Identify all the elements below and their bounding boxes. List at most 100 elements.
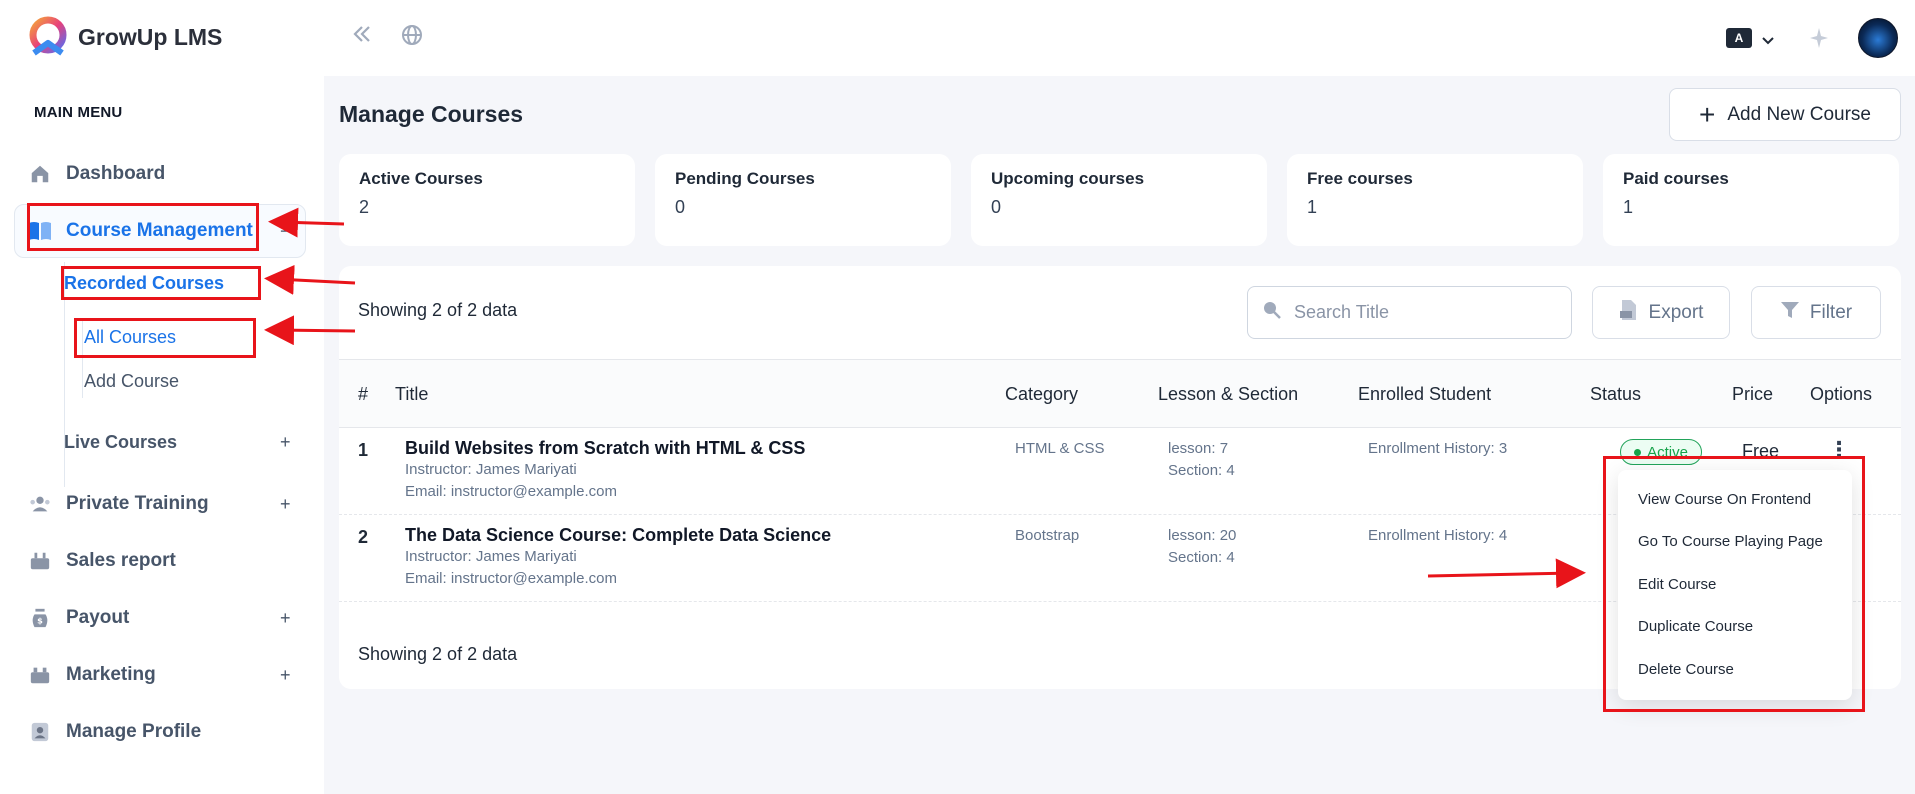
expand-toggle-icon[interactable]: + <box>280 494 291 515</box>
section-count: Section: 4 <box>1168 549 1235 566</box>
course-email: Email: instructor@example.com <box>405 483 617 500</box>
stat-label: Pending Courses <box>675 169 815 188</box>
export-button[interactable]: Export <box>1592 286 1730 339</box>
main-menu-heading: MAIN MENU <box>34 104 123 121</box>
add-new-course-button[interactable]: + Add New Course <box>1669 88 1901 141</box>
stat-label: Paid courses <box>1623 169 1729 188</box>
brand-name: GrowUp LMS <box>78 23 223 50</box>
stat-card-active: Active Courses 2 <box>339 154 635 246</box>
chevron-down-icon[interactable] <box>1760 24 1776 55</box>
sidebar-item-add-course[interactable]: Add Course <box>84 371 179 392</box>
export-icon <box>1619 299 1639 327</box>
section-count: Section: 4 <box>1168 462 1235 479</box>
stat-value: 1 <box>1307 197 1318 217</box>
sidebar-item-private-training[interactable]: Private Training <box>28 492 209 516</box>
column-header: Enrolled Student <box>1358 384 1492 404</box>
course-instructor: Instructor: James Mariyati <box>405 461 577 478</box>
stat-value: 1 <box>1623 197 1634 217</box>
profile-icon <box>28 720 52 744</box>
lesson-count: lesson: 20 <box>1168 527 1237 544</box>
column-header: Price <box>1732 384 1774 404</box>
collapse-toggle-icon[interactable]: − <box>280 273 291 294</box>
sidebar-item-sales-report[interactable]: Sales report <box>28 549 176 573</box>
annotation-box-all-courses <box>74 318 256 358</box>
sidebar-item-live-courses[interactable]: Live Courses <box>64 432 177 453</box>
stat-card-free: Free courses 1 <box>1287 154 1583 246</box>
course-category: HTML & CSS <box>1015 440 1105 457</box>
column-header: Category <box>1005 384 1079 404</box>
stat-value: 0 <box>991 197 1002 217</box>
course-instructor: Instructor: James Mariyati <box>405 548 577 565</box>
stat-label: Upcoming courses <box>991 169 1145 188</box>
annotation-box-options-menu <box>1603 456 1865 712</box>
expand-toggle-icon[interactable]: + <box>280 432 291 453</box>
sidebar-item-label: Dashboard <box>66 163 166 184</box>
showing-count-bottom: Showing 2 of 2 data <box>358 644 518 664</box>
lesson-count: lesson: 7 <box>1168 440 1229 457</box>
filter-button[interactable]: Filter <box>1751 286 1881 339</box>
column-header: Options <box>1810 384 1873 404</box>
brand[interactable]: GrowUp LMS <box>26 15 222 59</box>
sidebar-item-label: Manage Profile <box>66 721 202 742</box>
enrollment-history-link[interactable]: Enrollment History: 4 <box>1368 527 1507 544</box>
stat-card-upcoming: Upcoming courses 0 <box>971 154 1267 246</box>
sidebar-item-label: Payout <box>66 607 130 628</box>
filter-icon <box>1780 300 1800 326</box>
stat-value: 2 <box>359 197 370 217</box>
search-icon <box>1262 300 1282 325</box>
sidebar-item-payout[interactable]: $ Payout <box>28 606 129 630</box>
showing-count-top: Showing 2 of 2 data <box>358 300 518 320</box>
page-title: Manage Courses <box>339 101 524 127</box>
export-label: Export <box>1648 301 1704 323</box>
table-header <box>339 359 1901 428</box>
topbar <box>324 0 1915 76</box>
sidebar-item-label: Sales report <box>66 550 176 571</box>
expand-toggle-icon[interactable]: + <box>280 665 291 686</box>
sidebar-item-manage-profile[interactable]: Manage Profile <box>28 720 201 744</box>
app-root: GrowUp LMS MAIN MENU Dashboard Course Ma… <box>0 0 1915 794</box>
double-chevron-left-icon[interactable] <box>350 22 374 53</box>
money-bag-icon: $ <box>28 606 52 630</box>
sidebar-item-label: Marketing <box>66 664 156 685</box>
search-input[interactable] <box>1294 302 1554 323</box>
users-icon <box>28 492 52 516</box>
stat-label: Free courses <box>1307 169 1413 188</box>
stat-label: Active Courses <box>359 169 483 188</box>
collapse-toggle-icon[interactable]: − <box>280 221 291 242</box>
sparkle-icon[interactable] <box>1806 26 1830 57</box>
filter-label: Filter <box>1809 301 1853 323</box>
sidebar-item-label: Private Training <box>66 493 209 514</box>
column-header: Lesson & Section <box>1158 384 1299 404</box>
annotation-box-course-management <box>27 203 259 251</box>
status-dot-icon <box>1634 448 1642 456</box>
stat-card-pending: Pending Courses 0 <box>655 154 951 246</box>
column-header: # <box>358 384 369 404</box>
row-number: 2 <box>358 527 369 547</box>
sidebar: GrowUp LMS MAIN MENU Dashboard Course Ma… <box>0 0 324 794</box>
language-icon[interactable]: A <box>1726 28 1752 48</box>
course-title-link[interactable]: Build Websites from Scratch with HTML & … <box>405 438 805 459</box>
add-new-course-label: Add New Course <box>1727 103 1871 125</box>
enrollment-history-link[interactable]: Enrollment History: 3 <box>1368 440 1507 457</box>
search-box[interactable] <box>1247 286 1572 339</box>
course-category: Bootstrap <box>1015 527 1080 544</box>
sidebar-item-marketing[interactable]: Marketing <box>28 663 156 687</box>
annotation-box-recorded-courses <box>61 266 261 300</box>
brand-logo-icon <box>29 16 67 56</box>
megaphone-icon <box>28 663 52 687</box>
sidebar-item-dashboard[interactable]: Dashboard <box>28 162 165 186</box>
stat-value: 0 <box>675 197 686 217</box>
globe-icon[interactable] <box>400 23 424 54</box>
chart-icon <box>28 549 52 573</box>
avatar[interactable] <box>1858 18 1898 58</box>
column-header: Title <box>395 384 429 404</box>
course-title-link[interactable]: The Data Science Course: Complete Data S… <box>405 525 831 546</box>
row-number: 1 <box>358 440 369 460</box>
stat-card-paid: Paid courses 1 <box>1603 154 1899 246</box>
plus-icon: + <box>1699 98 1716 130</box>
column-header: Status <box>1590 384 1642 404</box>
course-email: Email: instructor@example.com <box>405 570 617 587</box>
svg-text:$: $ <box>37 616 43 626</box>
expand-toggle-icon[interactable]: + <box>280 608 291 629</box>
home-icon <box>28 162 52 186</box>
